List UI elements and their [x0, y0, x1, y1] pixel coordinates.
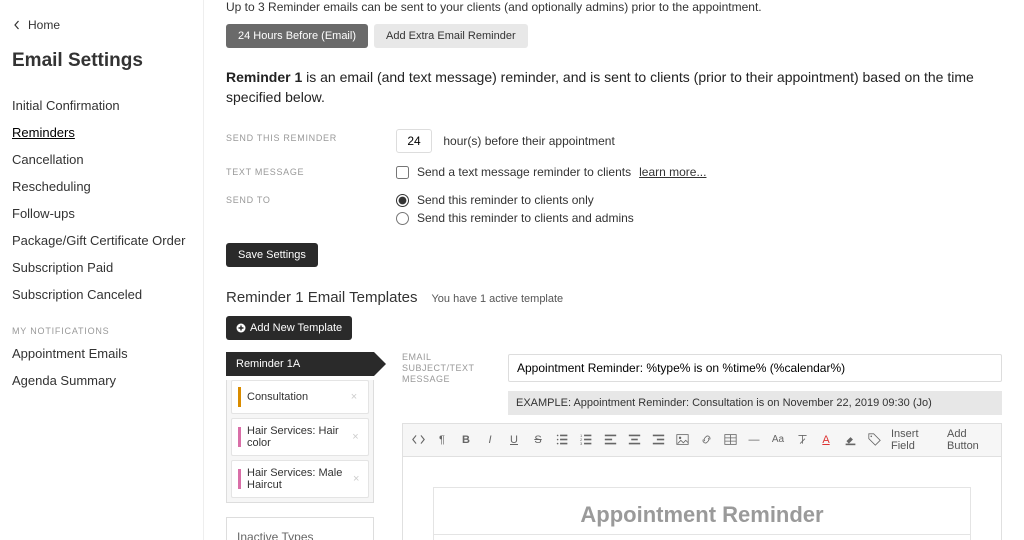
bold-icon[interactable]: B [459, 434, 473, 446]
plus-icon [236, 323, 246, 333]
close-icon[interactable]: × [346, 389, 362, 405]
nav-item-subscription-canceled[interactable]: Subscription Canceled [12, 281, 191, 308]
save-settings-button[interactable]: Save Settings [226, 243, 318, 267]
templates-title: Reminder 1 Email Templates [226, 289, 417, 306]
type-item[interactable]: Hair Services: Hair color × [231, 418, 369, 456]
list-ul-icon[interactable] [555, 433, 569, 446]
subject-label: Email Subject/Text Message [402, 352, 496, 384]
reminder-name: Reminder 1 [226, 69, 302, 85]
align-center-icon[interactable] [627, 433, 641, 446]
strike-icon[interactable]: S [531, 434, 545, 446]
templates-subtitle: You have 1 active template [431, 293, 563, 305]
align-left-icon[interactable] [603, 433, 617, 446]
underline-icon[interactable]: U [507, 434, 521, 446]
code-view-icon[interactable] [411, 433, 425, 446]
subject-input[interactable] [508, 354, 1002, 382]
hours-input[interactable] [396, 129, 432, 153]
type-color-bar [238, 387, 241, 407]
pill-add-reminder[interactable]: Add Extra Email Reminder [374, 24, 528, 48]
type-label: Hair Services: Male Haircut [247, 467, 344, 491]
nav-item-appointment-emails[interactable]: Appointment Emails [12, 340, 191, 367]
radio-clients-only-label: Send this reminder to clients only [417, 193, 594, 207]
align-right-icon[interactable] [651, 433, 665, 446]
pill-24h-before[interactable]: 24 Hours Before (Email) [226, 24, 368, 48]
tag-icon[interactable] [867, 433, 881, 446]
svg-text:3: 3 [580, 441, 583, 446]
nav-item-initial-confirmation[interactable]: Initial Confirmation [12, 92, 191, 119]
list-ol-icon[interactable]: 123 [579, 433, 593, 446]
font-color-icon[interactable]: A [819, 434, 833, 446]
nav-item-subscription-paid[interactable]: Subscription Paid [12, 254, 191, 281]
intro-text: Up to 3 Reminder emails can be sent to y… [226, 0, 1002, 14]
editor-title: Appointment Reminder [434, 488, 970, 534]
type-label: Hair Services: Hair color [247, 425, 343, 449]
nav-item-package-gift-certificate-order[interactable]: Package/Gift Certificate Order [12, 227, 191, 254]
insert-field-button[interactable]: Insert Field [891, 428, 937, 452]
inactive-title: Inactive Types [237, 530, 363, 540]
subject-example: EXAMPLE: Appointment Reminder: Consultat… [508, 391, 1002, 415]
bg-color-icon[interactable] [843, 433, 857, 446]
type-color-bar [238, 427, 241, 447]
editor-toolbar: ¶ B I U S 123 — Aa A [402, 423, 1002, 457]
type-item[interactable]: Hair Services: Male Haircut × [231, 460, 369, 498]
nav-item-follow-ups[interactable]: Follow-ups [12, 200, 191, 227]
sms-checkbox[interactable] [396, 166, 409, 179]
nav-item-rescheduling[interactable]: Rescheduling [12, 173, 191, 200]
close-icon[interactable]: × [350, 471, 362, 487]
learn-more-link[interactable]: learn more... [639, 165, 706, 179]
hours-suffix: hour(s) before their appointment [443, 134, 614, 148]
nav-item-cancellation[interactable]: Cancellation [12, 146, 191, 173]
page-title: Email Settings [12, 50, 191, 72]
sms-label: Send a text message reminder to clients [417, 165, 631, 179]
radio-clients-admins[interactable] [396, 212, 409, 225]
chevron-left-icon [12, 20, 22, 30]
type-color-bar [238, 469, 241, 489]
add-template-label: Add New Template [250, 322, 342, 334]
home-link[interactable]: Home [12, 18, 191, 32]
reminder-desc-rest: is an email (and text message) reminder,… [226, 69, 974, 105]
italic-icon[interactable]: I [483, 434, 497, 446]
radio-clients-only[interactable] [396, 194, 409, 207]
label-text-message: Text Message [226, 163, 396, 177]
paragraph-icon[interactable]: ¶ [435, 434, 449, 446]
template-tab[interactable]: Reminder 1A [226, 352, 374, 376]
inactive-types-dropzone[interactable]: Inactive Types Drag appointment types he… [226, 517, 374, 540]
clear-format-icon[interactable] [795, 433, 809, 446]
nav-item-reminders[interactable]: Reminders [12, 119, 191, 146]
home-label: Home [28, 18, 60, 32]
type-item[interactable]: Consultation × [231, 380, 369, 414]
editor-body[interactable]: Appointment Reminder for %first% %last% [402, 457, 1002, 540]
hr-icon[interactable]: — [747, 434, 761, 446]
close-icon[interactable]: × [349, 429, 362, 445]
add-template-button[interactable]: Add New Template [226, 316, 352, 340]
add-button-button[interactable]: Add Button [947, 428, 993, 452]
font-size-icon[interactable]: Aa [771, 434, 785, 445]
image-icon[interactable] [675, 433, 689, 446]
nav-item-agenda-summary[interactable]: Agenda Summary [12, 367, 191, 394]
link-icon[interactable] [699, 433, 713, 446]
type-label: Consultation [247, 391, 308, 403]
label-send-this-reminder: Send This Reminder [226, 129, 396, 143]
label-send-to: Send To [226, 191, 396, 205]
radio-clients-admins-label: Send this reminder to clients and admins [417, 211, 634, 225]
table-icon[interactable] [723, 433, 737, 446]
notifications-header: My Notifications [12, 326, 191, 336]
reminder-description: Reminder 1 is an email (and text message… [226, 68, 1002, 107]
editor-content-frame: Appointment Reminder for %first% %last% [433, 487, 971, 540]
